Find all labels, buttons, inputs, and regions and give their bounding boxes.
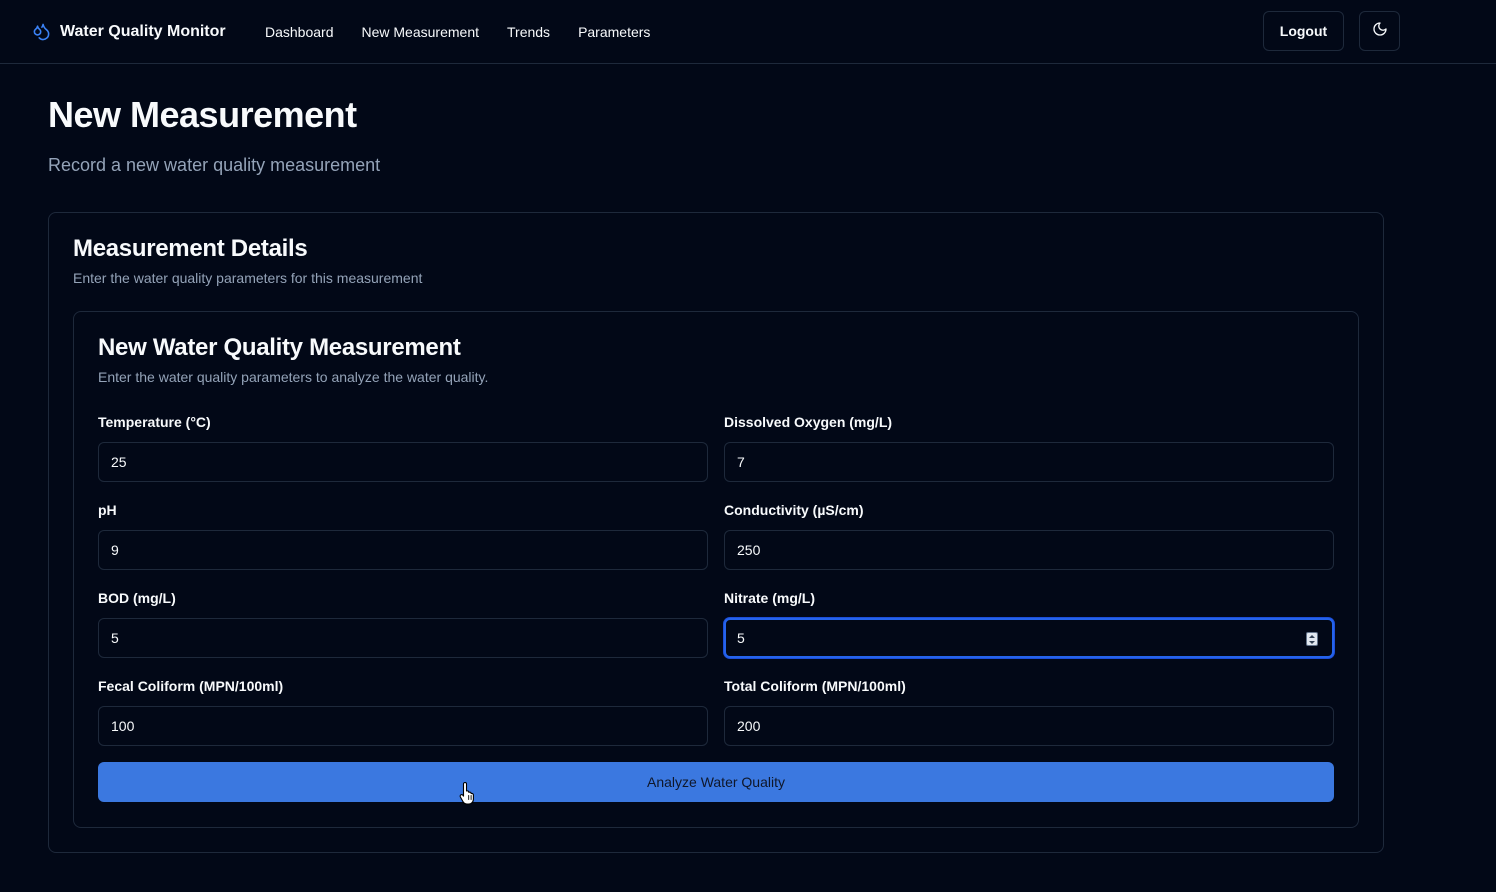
- fecal-coliform-field: Fecal Coliform (MPN/100ml): [98, 676, 708, 746]
- number-stepper[interactable]: [1306, 632, 1318, 646]
- temperature-input[interactable]: [111, 454, 695, 470]
- ph-label: pH: [98, 502, 117, 518]
- ph-input-wrap: [98, 530, 708, 570]
- temperature-label: Temperature (°C): [98, 414, 211, 430]
- nitrate-input[interactable]: [737, 630, 1321, 646]
- conductivity-field: Conductivity (µS/cm): [724, 500, 1334, 570]
- form-title: New Water Quality Measurement: [98, 334, 461, 361]
- form-description: Enter the water quality parameters to an…: [98, 369, 489, 385]
- fecal-coliform-input[interactable]: [111, 718, 695, 734]
- bod-input-wrap: [98, 618, 708, 658]
- conductivity-label: Conductivity (µS/cm): [724, 502, 864, 518]
- card-description: Enter the water quality parameters for t…: [73, 270, 423, 286]
- fecal-coliform-label: Fecal Coliform (MPN/100ml): [98, 678, 284, 694]
- fecal-coliform-input-wrap: [98, 706, 708, 746]
- droplet-icon: [32, 22, 51, 41]
- top-navbar: Water Quality Monitor Dashboard New Meas…: [0, 0, 1496, 64]
- theme-toggle-button[interactable]: [1359, 11, 1400, 51]
- nav-link-new-measurement[interactable]: New Measurement: [362, 24, 480, 40]
- total-coliform-input[interactable]: [737, 718, 1321, 734]
- nav-link-dashboard[interactable]: Dashboard: [265, 24, 334, 40]
- conductivity-input-wrap: [724, 530, 1334, 570]
- dissolved-oxygen-field: Dissolved Oxygen (mg/L): [724, 412, 1334, 482]
- moon-icon: [1372, 21, 1388, 42]
- page-title: New Measurement: [48, 94, 357, 135]
- temperature-input-wrap: [98, 442, 708, 482]
- stepper-down-icon[interactable]: [1309, 640, 1315, 644]
- nav-links: Dashboard New Measurement Trends Paramet…: [265, 0, 650, 63]
- hand-cursor-icon: [459, 781, 477, 810]
- ph-input[interactable]: [111, 542, 695, 558]
- logout-button[interactable]: Logout: [1263, 11, 1344, 51]
- bod-label: BOD (mg/L): [98, 590, 176, 606]
- conductivity-input[interactable]: [737, 542, 1321, 558]
- nitrate-label: Nitrate (mg/L): [724, 590, 815, 606]
- bod-field: BOD (mg/L): [98, 588, 708, 658]
- total-coliform-label: Total Coliform (MPN/100ml): [724, 678, 906, 694]
- total-coliform-input-wrap: [724, 706, 1334, 746]
- analyze-water-quality-button[interactable]: Analyze Water Quality: [98, 762, 1334, 802]
- nav-link-parameters[interactable]: Parameters: [578, 24, 650, 40]
- measurement-details-card: Measurement Details Enter the water qual…: [48, 212, 1384, 853]
- dissolved-oxygen-input[interactable]: [737, 454, 1321, 470]
- stepper-up-icon[interactable]: [1309, 634, 1315, 638]
- dissolved-oxygen-label: Dissolved Oxygen (mg/L): [724, 414, 893, 430]
- bod-input[interactable]: [111, 630, 695, 646]
- measurement-form-card: New Water Quality Measurement Enter the …: [73, 311, 1359, 828]
- card-title: Measurement Details: [73, 235, 308, 262]
- ph-field: pH: [98, 500, 708, 570]
- page-subtitle: Record a new water quality measurement: [48, 155, 381, 175]
- brand[interactable]: Water Quality Monitor: [32, 0, 226, 63]
- nitrate-input-wrap: [724, 618, 1334, 658]
- brand-name: Water Quality Monitor: [60, 22, 226, 40]
- nav-link-trends[interactable]: Trends: [507, 24, 550, 40]
- temperature-field: Temperature (°C): [98, 412, 708, 482]
- dissolved-oxygen-input-wrap: [724, 442, 1334, 482]
- nitrate-field: Nitrate (mg/L): [724, 588, 1334, 658]
- total-coliform-field: Total Coliform (MPN/100ml): [724, 676, 1334, 746]
